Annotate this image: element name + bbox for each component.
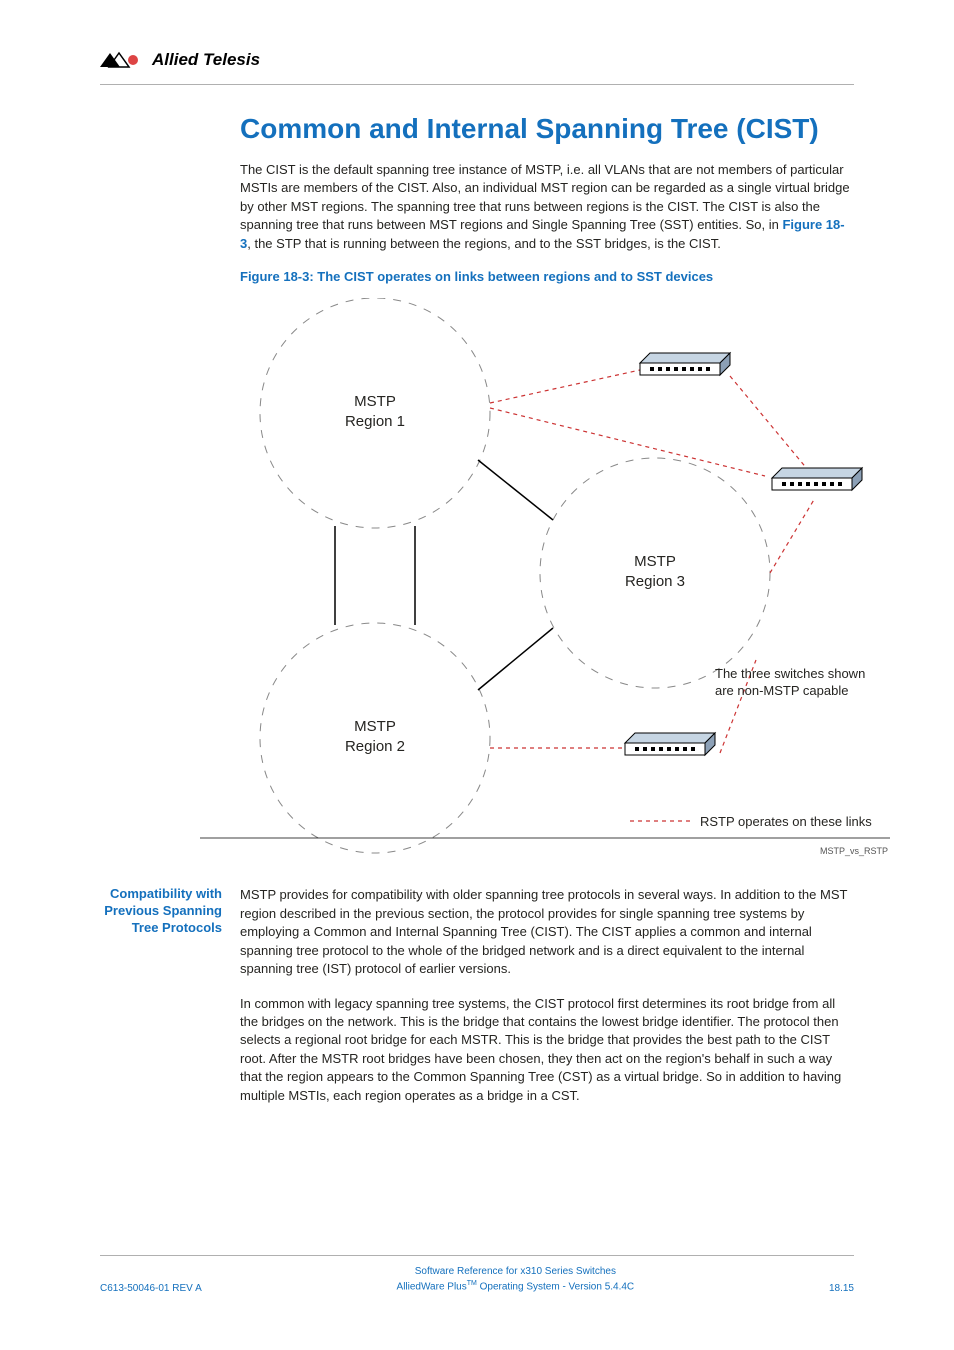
- footer-center-2: AlliedWare PlusTM Operating System - Ver…: [397, 1279, 635, 1294]
- svg-text:MSTP: MSTP: [354, 718, 396, 735]
- page-title: Common and Internal Spanning Tree (CIST): [240, 113, 854, 145]
- figure-caption: Figure 18-3: The CIST operates on links …: [240, 269, 854, 284]
- logo-icon: [100, 51, 144, 69]
- svg-text:Region 2: Region 2: [345, 738, 405, 755]
- figure-diagram: MSTP Region 1 MSTP Region 2 MSTP Region …: [200, 298, 890, 868]
- brand-text: Allied Telesis: [152, 50, 260, 70]
- footer-right: 18.15: [829, 1283, 854, 1294]
- svg-text:are non-MSTP capable: are non-MSTP capable: [715, 683, 848, 698]
- footer-left: C613-50046-01 REV A: [100, 1283, 202, 1294]
- svg-text:Region 3: Region 3: [625, 573, 685, 590]
- page-header: Allied Telesis: [100, 50, 854, 70]
- para-2: MSTP provides for compatibility with old…: [240, 886, 854, 978]
- intro-paragraph: The CIST is the default spanning tree in…: [240, 161, 854, 253]
- svg-text:MSTP: MSTP: [634, 553, 676, 570]
- svg-text:Region 1: Region 1: [345, 413, 405, 430]
- header-rule: [100, 84, 854, 85]
- svg-text:MSTP_vs_RSTP: MSTP_vs_RSTP: [820, 846, 888, 856]
- para1-b: , the STP that is running between the re…: [247, 236, 721, 251]
- svg-text:RSTP operates on these links: RSTP operates on these links: [700, 814, 872, 829]
- para1-a: The CIST is the default spanning tree in…: [240, 162, 850, 232]
- footer-center-1: Software Reference for x310 Series Switc…: [397, 1264, 635, 1279]
- side-heading: Compatibility with Previous Spanning Tre…: [100, 886, 240, 937]
- svg-text:The three switches shown: The three switches shown: [715, 666, 865, 681]
- page-footer: C613-50046-01 REV A Software Reference f…: [100, 1255, 854, 1294]
- para-3: In common with legacy spanning tree syst…: [240, 995, 854, 1106]
- svg-text:MSTP: MSTP: [354, 393, 396, 410]
- footer-rule: [100, 1255, 854, 1256]
